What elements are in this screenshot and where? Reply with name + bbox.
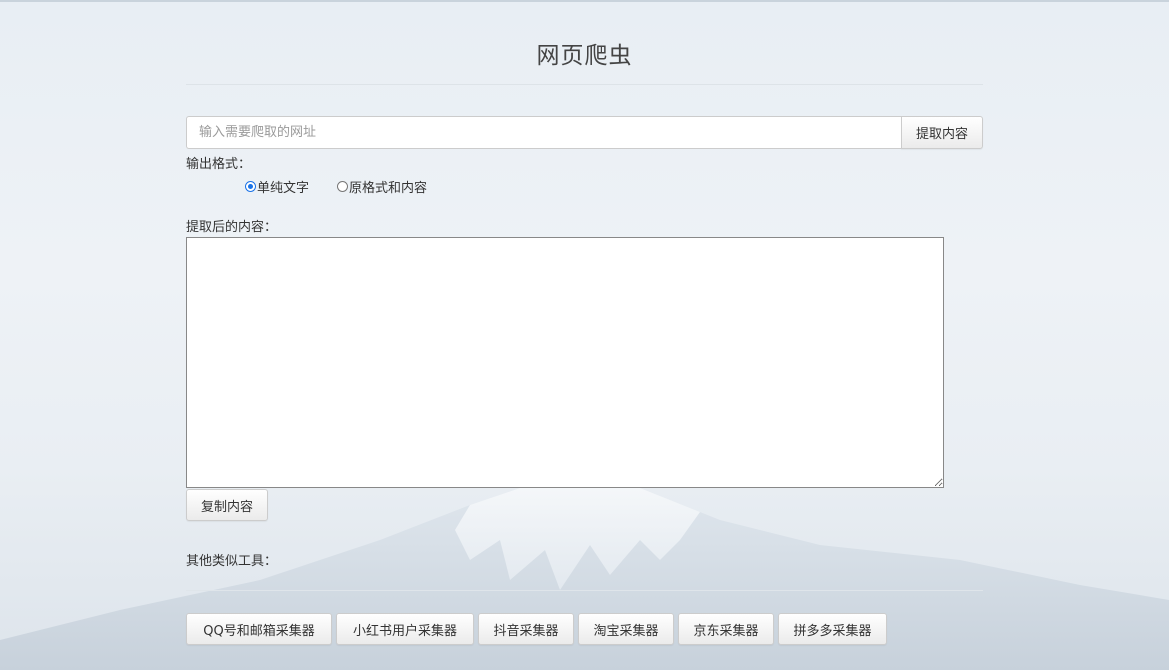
result-textarea[interactable]	[186, 237, 944, 488]
page-title: 网页爬虫	[536, 43, 633, 69]
radio-label: 原格式和内容	[349, 180, 428, 196]
radio-button[interactable]	[337, 180, 348, 192]
tool-taobao-collector-button[interactable]: 淘宝采集器	[578, 613, 674, 645]
radio-plain-text[interactable]: 单纯文字	[245, 176, 309, 196]
tool-pinduoduo-collector-button[interactable]: 拼多多采集器	[778, 613, 887, 645]
title-divider	[186, 84, 983, 85]
tool-xiaohongshu-collector-button[interactable]: 小红书用户采集器	[336, 613, 474, 645]
extract-content-button[interactable]: 提取内容	[901, 116, 983, 149]
other-tools-label: 其他类似工具：	[186, 554, 278, 569]
tool-douyin-collector-button[interactable]: 抖音采集器	[478, 613, 574, 645]
radio-original-format[interactable]: 原格式和内容	[337, 176, 427, 196]
main-content: 网页爬虫 提取内容 输出格式： 单纯文字 原格式和内容 提取后的内容： 复制内容…	[0, 0, 1169, 670]
radio-label: 单纯文字	[257, 180, 310, 196]
tool-jd-collector-button[interactable]: 京东采集器	[678, 613, 774, 645]
result-label: 提取后的内容：	[186, 220, 278, 235]
output-format-label: 输出格式：	[186, 157, 252, 172]
tools-divider	[186, 590, 983, 591]
tool-qq-email-collector-button[interactable]: QQ号和邮箱采集器	[186, 613, 332, 645]
radio-button-checked[interactable]	[245, 180, 256, 192]
url-input[interactable]	[186, 116, 902, 149]
copy-content-button[interactable]: 复制内容	[186, 489, 268, 521]
